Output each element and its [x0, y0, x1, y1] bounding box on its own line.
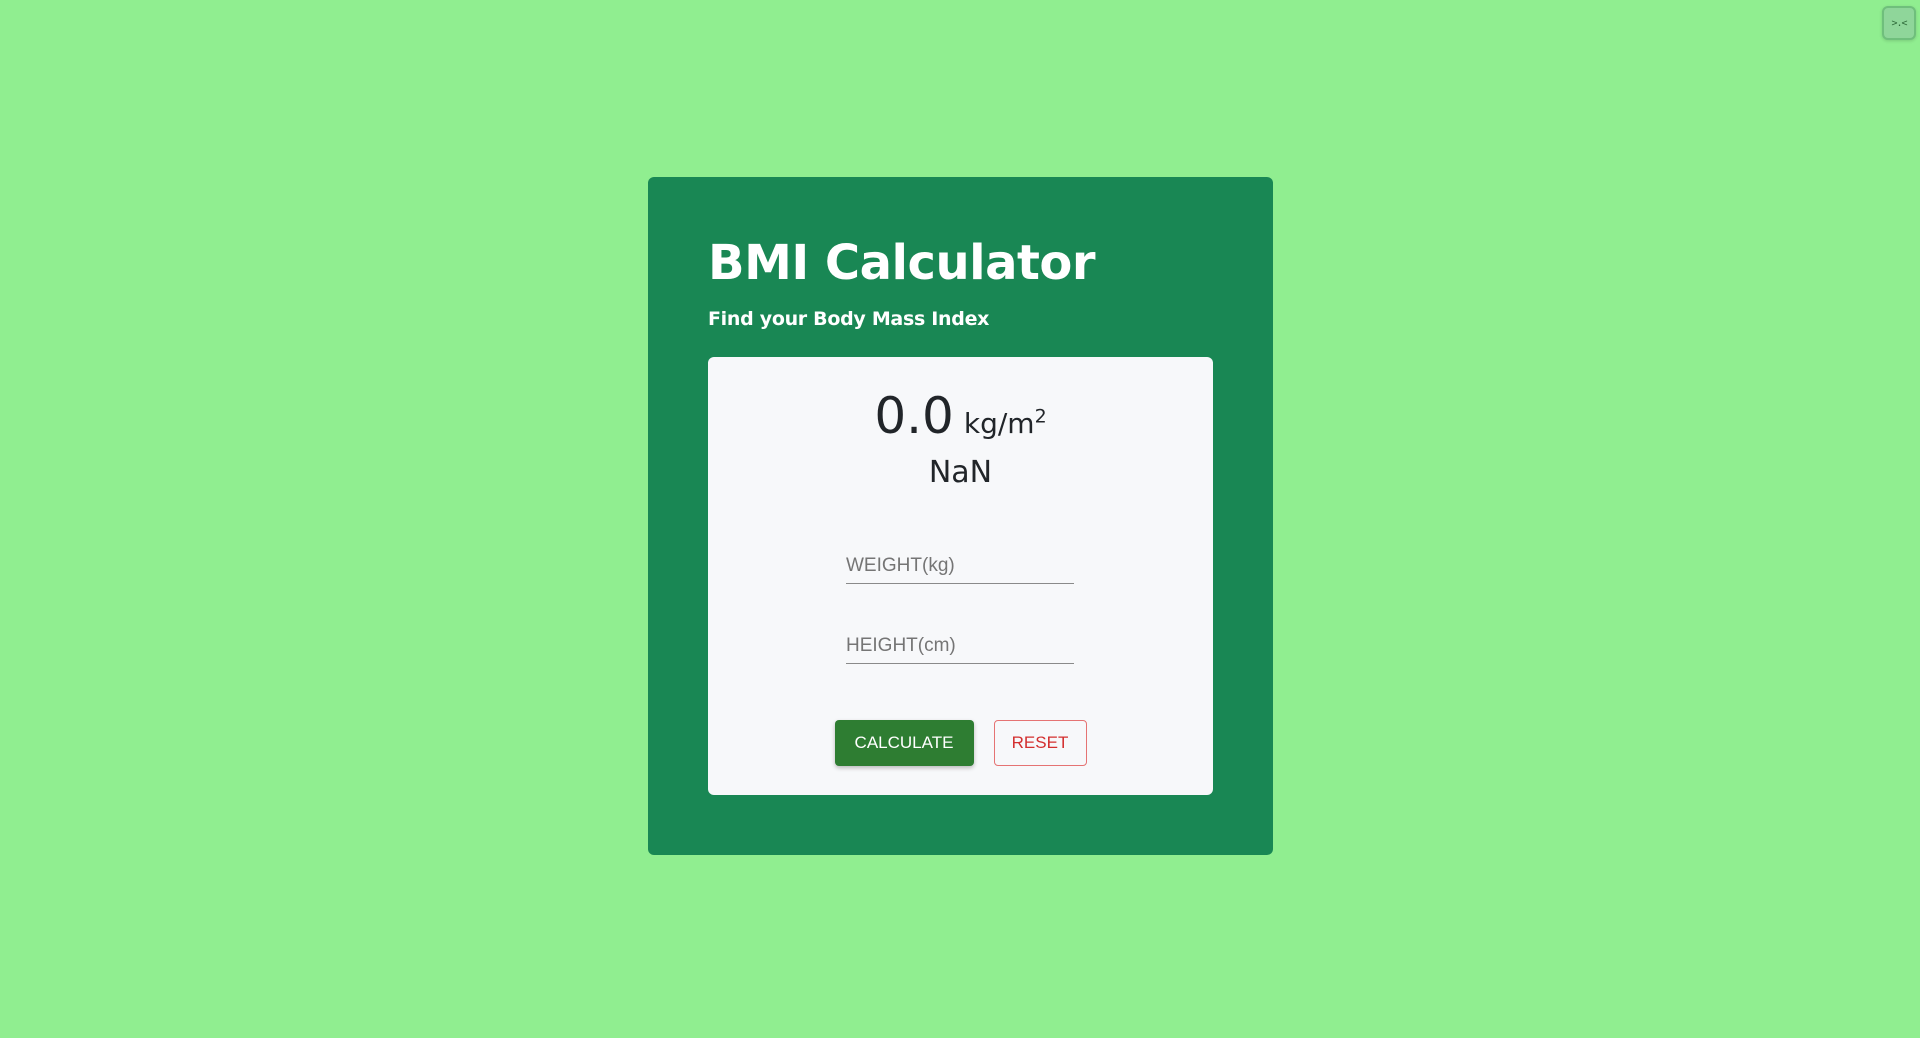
devtools-toggle-button[interactable]: >.< [1882, 6, 1916, 40]
height-input[interactable] [846, 629, 1074, 663]
calculate-button[interactable]: CALCULATE [834, 720, 974, 766]
weight-field [846, 549, 1074, 584]
bmi-value: 0.0 [874, 387, 954, 445]
weight-input[interactable] [846, 549, 1074, 583]
page-subtitle: Find your Body Mass Index [708, 307, 990, 330]
bmi-category: NaN [928, 455, 993, 490]
calculator-panel: 0.0 kg/m2 NaN CALCULATE RESET [708, 357, 1213, 795]
bmi-card: BMI Calculator Find your Body Mass Index… [648, 177, 1273, 855]
bmi-unit: kg/m2 [963, 405, 1047, 440]
devtools-icon: >.< [1891, 17, 1907, 29]
bmi-unit-exponent: 2 [1034, 405, 1047, 428]
action-buttons: CALCULATE RESET [708, 720, 1213, 766]
reset-button[interactable]: RESET [993, 720, 1087, 766]
bmi-unit-base: kg/m [963, 407, 1035, 440]
page-title: BMI Calculator [708, 235, 1096, 291]
height-field [846, 629, 1074, 664]
bmi-result: 0.0 kg/m2 [708, 387, 1213, 445]
